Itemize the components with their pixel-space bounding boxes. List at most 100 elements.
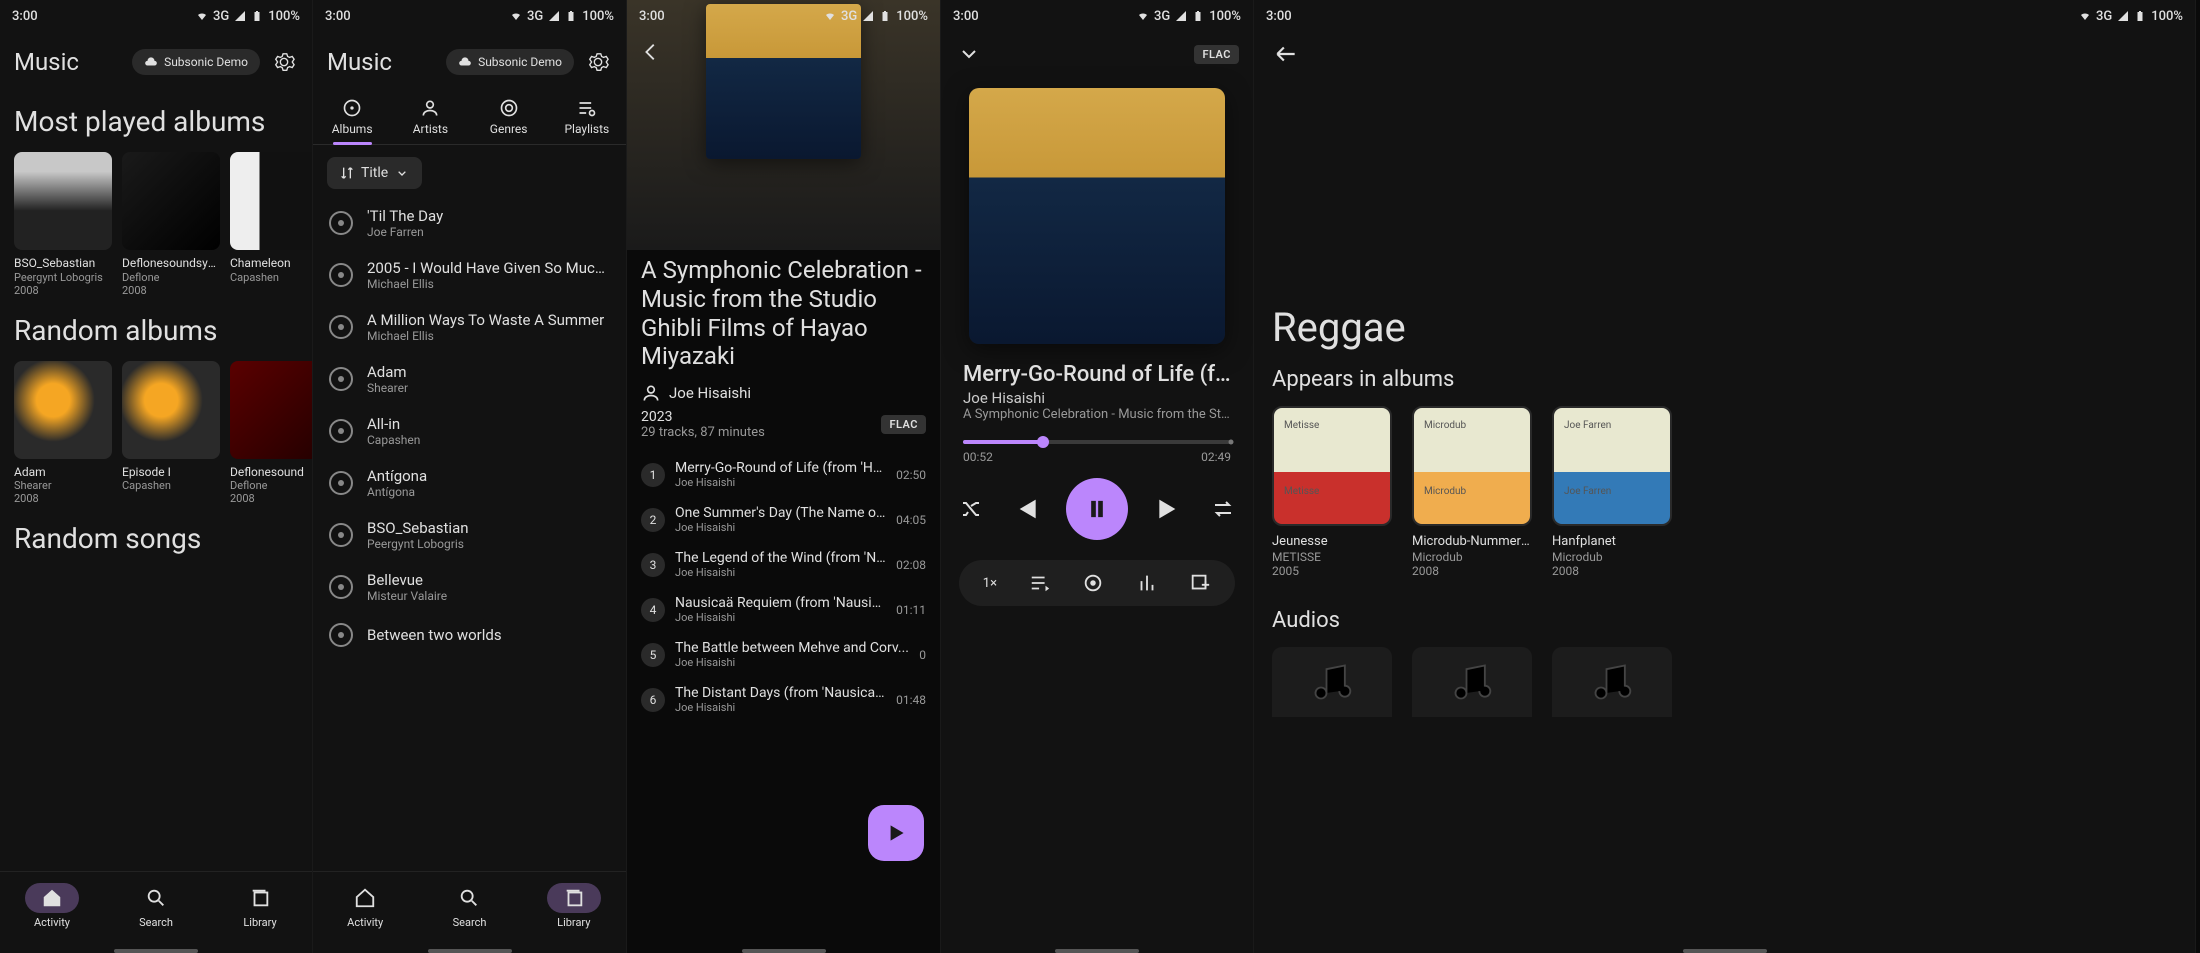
prev-button[interactable] <box>1009 493 1041 525</box>
song-row[interactable]: 2005 - I Would Have Given So Much More M… <box>313 249 626 301</box>
album-card[interactable]: Adam Shearer 2008 <box>14 361 112 505</box>
audio-tile[interactable] <box>1552 647 1672 717</box>
gesture-handle[interactable] <box>742 949 826 953</box>
status-bar: 3:00 3G 100% <box>1254 0 2195 32</box>
gesture-handle[interactable] <box>1683 949 1767 953</box>
album-art: Metisse Metisse <box>1272 406 1392 526</box>
track-number: 2 <box>641 508 665 532</box>
track-row[interactable]: 6 The Distant Days (from 'Nausicaä o... … <box>641 677 926 722</box>
artists-icon <box>420 98 440 118</box>
track-row[interactable]: 1 Merry-Go-Round of Life (from 'Howl'...… <box>641 452 926 497</box>
album-title: Microdub-Nummer eins <box>1412 534 1532 550</box>
disc-icon <box>329 575 353 599</box>
battery-icon <box>879 10 891 22</box>
server-chip[interactable]: Subsonic Demo <box>446 49 574 75</box>
disc-icon <box>329 623 353 647</box>
track-number: 5 <box>641 643 665 667</box>
nav-activity[interactable]: Activity <box>313 872 417 939</box>
song-row[interactable]: A Million Ways To Waste A Summer Michael… <box>313 301 626 353</box>
album-art <box>230 361 312 459</box>
nav-library[interactable]: Library <box>522 872 626 939</box>
album-card[interactable]: Chameleon Capashen <box>230 152 312 296</box>
status-bar: 3:00 3G 100% <box>313 0 626 32</box>
playlists-icon <box>577 98 597 118</box>
cast-button[interactable] <box>1082 572 1104 594</box>
progress-thumb[interactable] <box>1037 436 1049 448</box>
tab-genres[interactable]: Genres <box>470 88 548 144</box>
nav-activity[interactable]: Activity <box>0 872 104 939</box>
appears-in-title: Appears in albums <box>1272 367 2177 392</box>
back-button[interactable] <box>1272 40 1300 68</box>
album-card[interactable]: BSO_Sebastian Peergynt Lobogris 2008 <box>14 152 112 296</box>
nav-search[interactable]: Search <box>104 872 208 939</box>
cloud-icon <box>144 55 158 69</box>
status-time: 3:00 <box>12 9 38 24</box>
nav-search[interactable]: Search <box>417 872 521 939</box>
status-bar: 3:00 3G 100% <box>627 0 940 32</box>
pause-button[interactable] <box>1066 478 1128 540</box>
repeat-button[interactable] <box>1211 497 1235 521</box>
gesture-handle[interactable] <box>428 949 512 953</box>
track-artist: Joe Hisaishi <box>675 521 886 534</box>
album-card[interactable]: Joe Farren Joe Farren Hanfplanet Microdu… <box>1552 406 1672 578</box>
artist-row[interactable]: Joe Hisaishi <box>641 383 926 403</box>
queue-button[interactable] <box>1029 572 1051 594</box>
genre-title: Reggae <box>1272 304 2177 351</box>
person-icon <box>641 383 661 403</box>
next-button[interactable] <box>1154 493 1186 525</box>
gesture-handle[interactable] <box>1055 949 1139 953</box>
play-fab[interactable] <box>868 805 924 861</box>
tab-playlists[interactable]: Playlists <box>548 88 626 144</box>
now-playing-artist[interactable]: Joe Hisaishi <box>963 389 1231 407</box>
wifi-icon <box>2079 10 2091 22</box>
album-card[interactable]: Metisse Metisse Jeunesse METISSE 2005 <box>1272 406 1392 578</box>
server-chip[interactable]: Subsonic Demo <box>132 49 260 75</box>
album-card[interactable]: Deflonesoundsystem Deflone 2008 <box>122 152 220 296</box>
disc-icon <box>329 471 353 495</box>
song-row[interactable]: Adam Shearer <box>313 353 626 405</box>
song-artist: Joe Farren <box>367 225 610 239</box>
album-card[interactable]: Episode I Capashen <box>122 361 220 505</box>
back-arrow-icon <box>640 41 662 63</box>
shuffle-button[interactable] <box>959 497 983 521</box>
track-row[interactable]: 2 One Summer's Day (The Name of Lif... J… <box>641 497 926 542</box>
gear-icon <box>273 51 295 73</box>
tab-artists[interactable]: Artists <box>391 88 469 144</box>
progress-bar[interactable] <box>963 440 1231 444</box>
back-button[interactable] <box>637 38 665 66</box>
album-card[interactable]: Microdub Microdub Microdub-Nummer eins M… <box>1412 406 1532 578</box>
status-bar: 3:00 3G 100% <box>0 0 312 32</box>
audio-tile[interactable] <box>1412 647 1532 717</box>
gesture-handle[interactable] <box>114 949 198 953</box>
disc-icon <box>329 523 353 547</box>
song-row[interactable]: Bellevue Misteur Valaire <box>313 561 626 613</box>
music-note-icon <box>1450 660 1494 704</box>
settings-button[interactable] <box>270 48 298 76</box>
song-row[interactable]: 'Til The Day Joe Farren <box>313 197 626 249</box>
library-icon <box>563 887 585 909</box>
track-row[interactable]: 4 Nausicaä Requiem (from 'Nausicaä ... J… <box>641 587 926 632</box>
album-card[interactable]: Deflonesound Deflone 2008 <box>230 361 312 505</box>
song-artist: Antígona <box>367 485 610 499</box>
song-row[interactable]: Between two worlds <box>313 613 626 657</box>
collapse-button[interactable] <box>955 40 983 68</box>
add-to-playlist-button[interactable] <box>1189 572 1211 594</box>
song-row[interactable]: BSO_Sebastian Peergynt Lobogris <box>313 509 626 561</box>
settings-button[interactable] <box>584 48 612 76</box>
song-artist: Misteur Valaire <box>367 589 610 603</box>
song-title: Adam <box>367 363 610 381</box>
track-row[interactable]: 5 The Battle between Mehve and Corv... J… <box>641 632 926 677</box>
sort-button[interactable]: Title <box>327 157 422 189</box>
now-playing-album[interactable]: A Symphonic Celebration - Music from the… <box>963 407 1231 422</box>
most-played-row: BSO_Sebastian Peergynt Lobogris 2008 Def… <box>14 152 298 296</box>
nav-library[interactable]: Library <box>208 872 312 939</box>
audio-tile[interactable] <box>1272 647 1392 717</box>
home-icon <box>354 887 376 909</box>
equalizer-button[interactable] <box>1136 572 1158 594</box>
tab-albums[interactable]: Albums <box>313 88 391 144</box>
track-row[interactable]: 3 The Legend of the Wind (from 'Naus... … <box>641 542 926 587</box>
song-row[interactable]: All-in Capashen <box>313 405 626 457</box>
song-row[interactable]: Antígona Antígona <box>313 457 626 509</box>
playback-speed[interactable]: 1× <box>983 576 997 591</box>
track-artist: Joe Hisaishi <box>675 701 886 714</box>
